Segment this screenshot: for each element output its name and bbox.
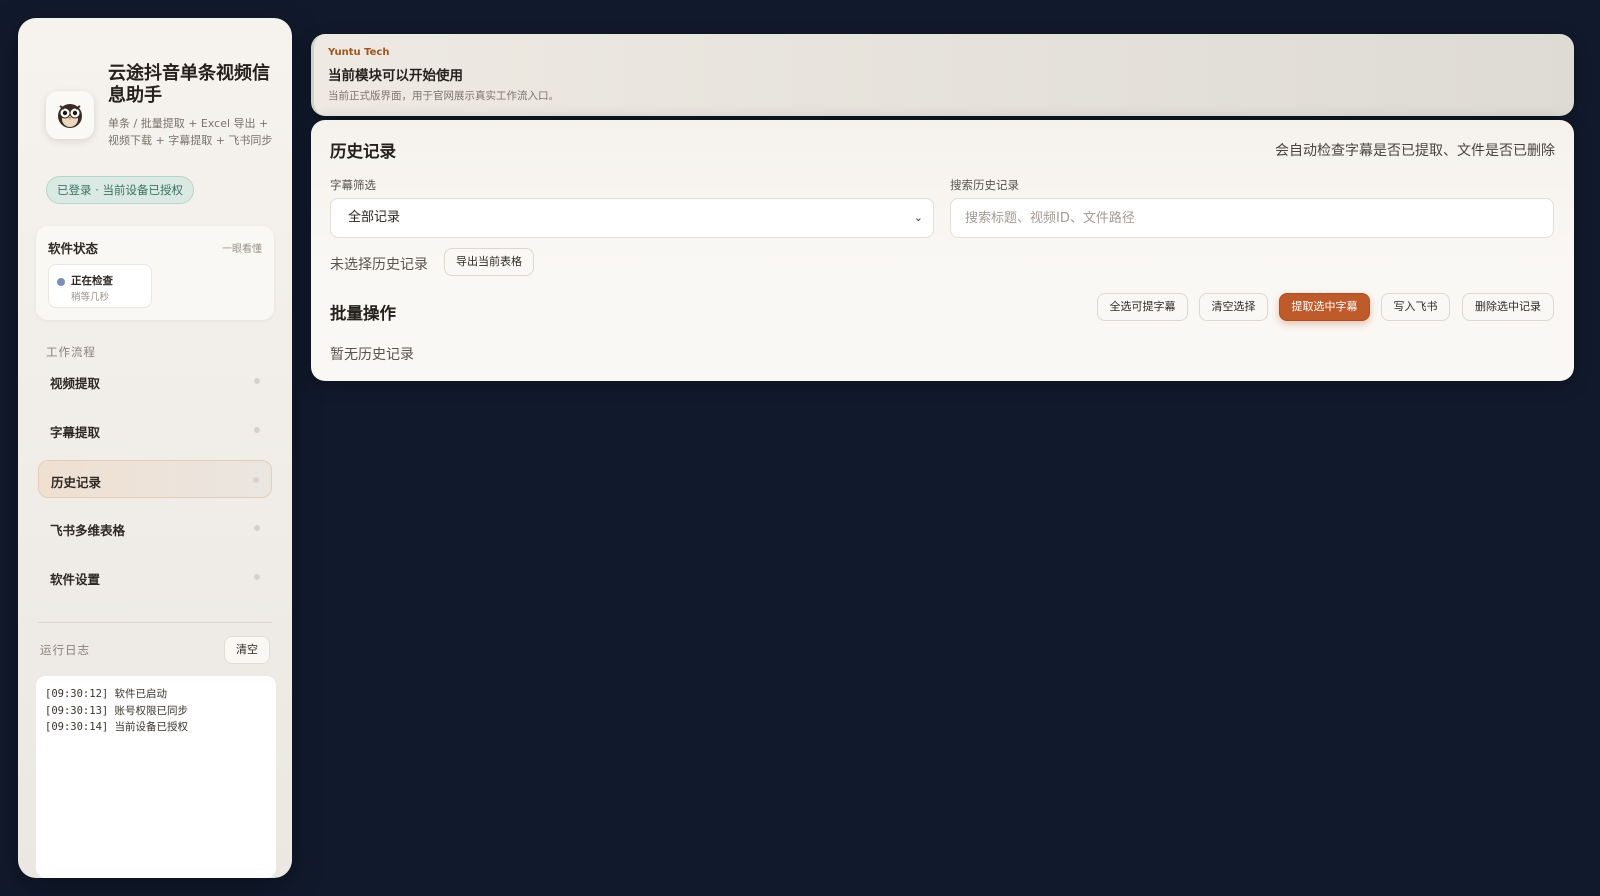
nav-dot-icon <box>254 427 260 433</box>
status-indicator: 正在检查 稍等几秒 <box>48 264 152 308</box>
banner-title: 当前模块可以开始使用 <box>328 68 463 84</box>
nav-dot-icon <box>254 525 260 531</box>
run-log-label: 运行日志 <box>40 643 90 657</box>
software-status-card: 软件状态 一眼看懂 正在检查 稍等几秒 <box>36 226 274 320</box>
status-card-hint: 一眼看懂 <box>222 244 262 255</box>
page-title: 历史记录 <box>330 142 396 161</box>
auth-status-badge: 已登录 · 当前设备已授权 <box>46 176 194 204</box>
log-line: [09:30:12] 软件已启动 <box>45 688 168 700</box>
sidebar-item-label: 软件设置 <box>50 572 101 587</box>
module-status-banner: Yuntu Tech 当前模块可以开始使用 当前正式版界面，用于官网展示真实工作… <box>311 34 1574 116</box>
sidebar-item-settings[interactable]: 软件设置 <box>38 558 272 596</box>
nav-dot-icon <box>254 378 260 384</box>
log-line: [09:30:14] 当前设备已授权 <box>45 721 189 733</box>
log-line: [09:30:13] 账号权限已同步 <box>45 704 189 717</box>
brand: 云途抖音单条视频信息助手 单条 / 批量提取 + Excel 导出 + 视频下载… <box>46 45 278 165</box>
sidebar-item-label: 飞书多维表格 <box>50 523 126 538</box>
chevron-down-icon: ⌄ <box>913 211 923 224</box>
app-description: 单条 / 批量提取 + Excel 导出 + 视频下载 + 字幕提取 + 飞书同… <box>108 117 273 147</box>
sidebar-item-label: 视频提取 <box>50 376 101 391</box>
delete-selected-records-button[interactable]: 删除选中记录 <box>1462 293 1554 321</box>
subtitle-filter-select[interactable]: 全部记录 ⌄ <box>330 198 934 238</box>
sidebar-item-feishu-table[interactable]: 飞书多维表格 <box>38 509 272 547</box>
export-table-button[interactable]: 导出当前表格 <box>444 248 534 276</box>
empty-history-message: 暂无历史记录 <box>330 347 414 363</box>
sidebar-item-history[interactable]: 历史记录 <box>38 460 272 498</box>
sidebar-item-video-extract[interactable]: 视频提取 <box>38 362 272 400</box>
clear-selection-button[interactable]: 清空选择 <box>1199 293 1268 321</box>
banner-description: 当前正式版界面，用于官网展示真实工作流入口。 <box>328 90 559 102</box>
run-log-panel[interactable]: [09:30:12] 软件已启动 [09:30:13] 账号权限已同步 [09:… <box>36 676 276 878</box>
clear-log-button[interactable]: 清空 <box>224 636 270 664</box>
subtitle-filter-label: 字幕筛选 <box>330 178 376 192</box>
sidebar-item-subtitle-extract[interactable]: 字幕提取 <box>38 411 272 449</box>
select-all-subtitles-button[interactable]: 全选可提字幕 <box>1097 293 1188 321</box>
status-main-text: 正在检查 <box>71 275 113 287</box>
sidebar-item-label: 历史记录 <box>51 475 102 490</box>
auto-check-note: 会自动检查字幕是否已提取、文件是否已删除 <box>1275 143 1555 159</box>
batch-operations-title: 批量操作 <box>330 304 396 323</box>
workflow-section-label: 工作流程 <box>46 345 96 359</box>
subtitle-filter-value: 全部记录 <box>348 210 401 225</box>
sidebar-divider <box>38 622 272 623</box>
search-history-label: 搜索历史记录 <box>950 178 1019 192</box>
status-dot-icon <box>57 278 65 286</box>
write-feishu-button[interactable]: 写入飞书 <box>1381 293 1450 321</box>
sidebar: 云途抖音单条视频信息助手 单条 / 批量提取 + Excel 导出 + 视频下载… <box>18 18 292 878</box>
search-history-input[interactable] <box>950 198 1554 238</box>
nav-dot-icon <box>253 477 259 483</box>
app-title: 云途抖音单条视频信息助手 <box>108 63 270 106</box>
extract-selected-subtitles-button[interactable]: 提取选中字幕 <box>1279 293 1370 321</box>
selection-status: 未选择历史记录 <box>330 257 428 273</box>
owl-logo-icon <box>46 91 94 139</box>
sidebar-item-label: 字幕提取 <box>50 425 101 440</box>
status-card-title: 软件状态 <box>48 241 99 256</box>
history-panel: 历史记录 会自动检查字幕是否已提取、文件是否已删除 字幕筛选 全部记录 ⌄ 搜索… <box>311 120 1574 381</box>
banner-brand: Yuntu Tech <box>328 47 390 58</box>
nav-dot-icon <box>254 574 260 580</box>
status-sub-text: 稍等几秒 <box>71 292 110 303</box>
